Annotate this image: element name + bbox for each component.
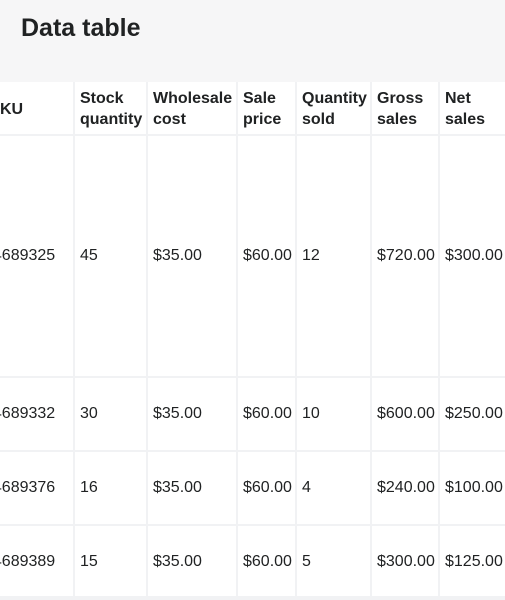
- page-header: Data table: [0, 0, 505, 82]
- column-header-line: Sale: [243, 90, 276, 107]
- column-header-line: Wholesale: [153, 90, 233, 107]
- table-row: 24689376 16 $35.00 $60.00 4 $240.00 $100…: [0, 451, 505, 526]
- cell-stock-quantity: 30: [74, 377, 148, 452]
- table-row: 24689325 45 $35.00 $60.00 12 $720.00 $30…: [0, 135, 505, 378]
- column-header-line: sales: [377, 111, 418, 128]
- cell-sku: 24689332: [0, 377, 75, 452]
- column-header-sale-price[interactable]: Sale price: [237, 82, 297, 136]
- column-header-gross-sales[interactable]: Gross sales: [371, 82, 440, 136]
- cell-sale-price: $60.00: [237, 451, 297, 526]
- cell-stock-quantity: 45: [74, 135, 148, 378]
- column-header-line: Net: [445, 90, 471, 107]
- cell-sku: 24689389: [0, 525, 75, 596]
- column-header-line: price: [243, 111, 282, 128]
- column-header-sku-label: KU: [0, 100, 24, 118]
- cell-sku: 24689376: [0, 451, 75, 526]
- data-table: KU Stock quantity Wholesale cost Sale pr…: [0, 82, 505, 596]
- cell-sale-price: $60.00: [237, 377, 297, 452]
- cell-net-sales: $300.00: [439, 135, 505, 378]
- cell-stock-quantity: 15: [74, 525, 148, 596]
- cell-wholesale-cost: $35.00: [147, 377, 238, 452]
- table-bottom-edge: [0, 596, 505, 600]
- cell-quantity-sold: 10: [296, 377, 372, 452]
- column-header-line: sold: [302, 111, 335, 128]
- table-header-row: KU Stock quantity Wholesale cost Sale pr…: [0, 82, 505, 136]
- column-header-wholesale-cost[interactable]: Wholesale cost: [147, 82, 238, 136]
- column-header-sku[interactable]: KU: [0, 82, 75, 136]
- cell-gross-sales: $720.00: [371, 135, 440, 378]
- column-header-line: cost: [153, 111, 186, 128]
- cell-quantity-sold: 5: [296, 525, 372, 596]
- cell-stock-quantity: 16: [74, 451, 148, 526]
- cell-net-sales: $250.00: [439, 377, 505, 452]
- cell-wholesale-cost: $35.00: [147, 135, 238, 378]
- cell-sale-price: $60.00: [237, 135, 297, 378]
- cell-quantity-sold: 4: [296, 451, 372, 526]
- cell-wholesale-cost: $35.00: [147, 451, 238, 526]
- cell-net-sales: $125.00: [439, 525, 505, 596]
- column-header-line: Gross: [377, 90, 424, 107]
- column-header-line: Stock: [80, 90, 124, 107]
- cell-sku: 24689325: [0, 135, 75, 378]
- cell-gross-sales: $300.00: [371, 525, 440, 596]
- column-header-net-sales[interactable]: Net sales: [439, 82, 505, 136]
- table-row: 24689332 30 $35.00 $60.00 10 $600.00 $25…: [0, 377, 505, 452]
- cell-gross-sales: $240.00: [371, 451, 440, 526]
- cell-wholesale-cost: $35.00: [147, 525, 238, 596]
- cell-sale-price: $60.00: [237, 525, 297, 596]
- column-header-line: quantity: [80, 111, 143, 128]
- column-header-line: Quantity: [302, 90, 367, 107]
- data-table-container[interactable]: KU Stock quantity Wholesale cost Sale pr…: [0, 82, 505, 596]
- column-header-quantity-sold[interactable]: Quantity sold: [296, 82, 372, 136]
- column-header-line: sales: [445, 111, 486, 128]
- table-row: 24689389 15 $35.00 $60.00 5 $300.00 $125…: [0, 525, 505, 596]
- cell-gross-sales: $600.00: [371, 377, 440, 452]
- cell-net-sales: $100.00: [439, 451, 505, 526]
- page-title: Data table: [21, 14, 141, 42]
- cell-quantity-sold: 12: [296, 135, 372, 378]
- column-header-stock-quantity[interactable]: Stock quantity: [74, 82, 148, 136]
